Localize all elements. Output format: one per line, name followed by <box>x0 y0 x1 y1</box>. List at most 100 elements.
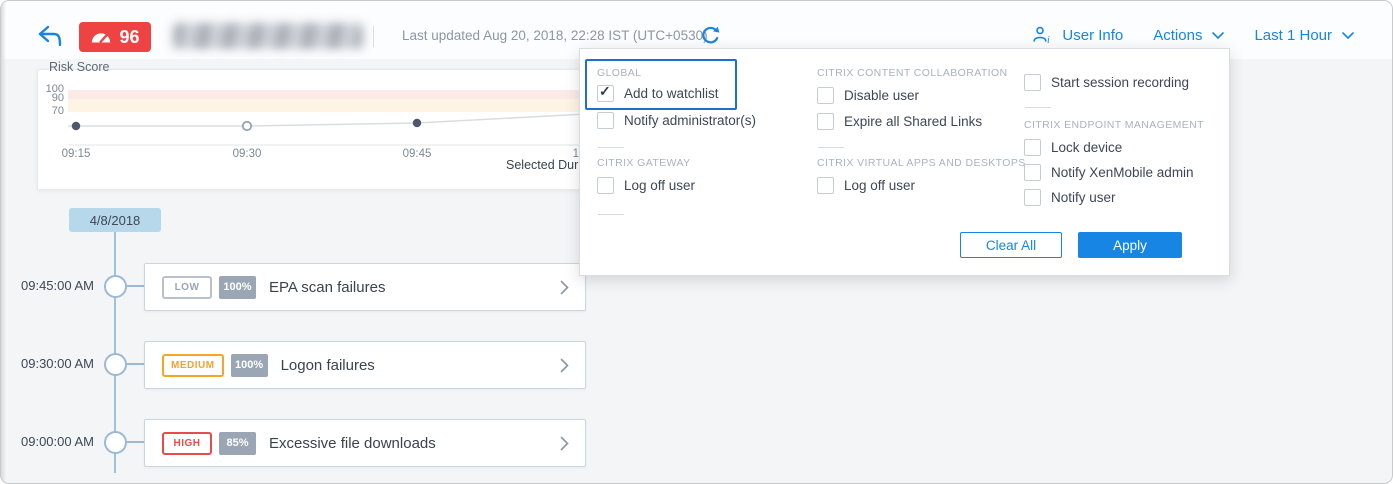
data-point-0945 <box>413 119 421 127</box>
chart-ylabel: Risk Score <box>49 60 109 74</box>
xtick-0945: 09:45 <box>395 148 439 160</box>
checkbox-row-log-off-user-vad[interactable]: Log off user <box>817 177 915 194</box>
event-time: 09:30:00 AM <box>5 341 94 387</box>
chevron-down-icon <box>1212 32 1224 40</box>
chevron-right-icon[interactable] <box>560 358 569 373</box>
selected-duration-label: Selected Dur <box>506 158 578 172</box>
event-time: 09:45:00 AM <box>5 263 94 309</box>
checkbox-label: Notify administrator(s) <box>624 113 756 128</box>
section-header-global: GLOBAL <box>597 67 641 79</box>
section-header-content-collaboration: CITRIX CONTENT COLLABORATION <box>817 67 1008 79</box>
section-header-endpoint-management: CITRIX ENDPOINT MANAGEMENT <box>1024 119 1204 131</box>
section-header-virtual-apps: CITRIX VIRTUAL APPS AND DESKTOPS <box>817 157 1026 169</box>
timeline-node-circle <box>104 275 127 298</box>
time-range-label: Last 1 Hour <box>1254 27 1332 44</box>
section-divider <box>598 147 624 148</box>
checkbox-checked[interactable] <box>597 85 614 102</box>
user-info-button[interactable]: i User Info <box>1033 26 1123 45</box>
checkbox-row-notify-user[interactable]: Notify user <box>1024 189 1116 206</box>
checkbox-row-expire-shared-links[interactable]: Expire all Shared Links <box>817 113 982 130</box>
checkbox-label: Notify XenMobile admin <box>1051 165 1194 180</box>
topbar-actions: i User Info Actions Last 1 Hour <box>1033 26 1354 45</box>
actions-menu-popup: GLOBAL Add to watchlist Notify administr… <box>579 48 1230 276</box>
app-window: 96 Last updated Aug 20, 2018, 22:28 IST … <box>0 0 1393 484</box>
ytick-70: 70 <box>38 105 64 117</box>
checkbox[interactable] <box>597 177 614 194</box>
severity-badge: MEDIUM <box>162 354 224 377</box>
clear-all-button[interactable]: Clear All <box>960 232 1062 258</box>
checkbox-label: Expire all Shared Links <box>844 114 982 129</box>
confidence-badge: 100% <box>231 354 268 377</box>
checkbox-row-log-off-user-gateway[interactable]: Log off user <box>597 177 695 194</box>
data-point-0915 <box>72 122 80 130</box>
topbar-divider <box>373 26 374 47</box>
checkbox-label: Log off user <box>844 178 915 193</box>
checkbox[interactable] <box>817 113 834 130</box>
event-title: Logon failures <box>281 357 375 374</box>
checkbox-row-notify-xenmobile-admin[interactable]: Notify XenMobile admin <box>1024 164 1194 181</box>
checkbox[interactable] <box>1024 189 1041 206</box>
section-divider <box>598 214 624 215</box>
chevron-right-icon[interactable] <box>560 280 569 295</box>
user-name-redacted <box>173 23 363 49</box>
section-divider <box>1025 107 1051 108</box>
refresh-icon <box>700 26 720 46</box>
xtick-0930: 09:30 <box>225 148 269 160</box>
checkbox-row-start-session-recording[interactable]: Start session recording <box>1024 74 1189 91</box>
last-updated-text: Last updated Aug 20, 2018, 22:28 IST (UT… <box>402 28 708 43</box>
checkbox[interactable] <box>597 112 614 129</box>
severity-badge: LOW <box>162 276 212 299</box>
timeline-event-row: 09:00:00 AM HIGH 85% Excessive file down… <box>1 419 601 465</box>
window-edge <box>1 1 6 483</box>
risk-score-badge: 96 <box>79 22 151 52</box>
event-title: Excessive file downloads <box>269 435 436 452</box>
checkbox[interactable] <box>1024 139 1041 156</box>
section-divider <box>818 147 844 148</box>
timeline-node-circle <box>104 353 127 376</box>
checkbox-label: Notify user <box>1051 190 1116 205</box>
checkbox-label: Start session recording <box>1051 75 1189 90</box>
apply-button[interactable]: Apply <box>1078 232 1182 258</box>
xtick-0915: 09:15 <box>54 148 98 160</box>
checkbox-label: Lock device <box>1051 140 1122 155</box>
chevron-right-icon[interactable] <box>560 436 569 451</box>
checkbox-label: Log off user <box>624 178 695 193</box>
timeline-event-row: 09:30:00 AM MEDIUM 100% Logon failures <box>1 341 601 387</box>
event-card-logon-failures[interactable]: MEDIUM 100% Logon failures <box>144 341 586 389</box>
checkbox-row-lock-device[interactable]: Lock device <box>1024 139 1122 156</box>
checkbox-row-add-to-watchlist[interactable]: Add to watchlist <box>597 85 719 102</box>
gauge-icon <box>90 30 112 44</box>
chevron-down-icon <box>1342 32 1354 40</box>
actions-dropdown[interactable]: Actions <box>1153 27 1224 44</box>
timeline-node-circle <box>104 431 127 454</box>
event-title: EPA scan failures <box>269 279 385 296</box>
timeline-connector <box>127 285 144 287</box>
checkbox[interactable] <box>817 177 834 194</box>
user-info-label: User Info <box>1062 27 1123 44</box>
timeline-connector <box>127 363 144 365</box>
svg-text:i: i <box>1047 35 1050 45</box>
checkbox-row-disable-user[interactable]: Disable user <box>817 87 919 104</box>
checkbox-label: Disable user <box>844 88 919 103</box>
checkbox-row-notify-administrators[interactable]: Notify administrator(s) <box>597 112 756 129</box>
checkbox[interactable] <box>817 87 834 104</box>
event-card-epa-scan-failures[interactable]: LOW 100% EPA scan failures <box>144 263 586 311</box>
timeline-connector <box>127 441 144 443</box>
risk-score-value: 96 <box>119 27 139 48</box>
ytick-90: 90 <box>38 92 64 104</box>
checkbox[interactable] <box>1024 74 1041 91</box>
severity-badge: HIGH <box>162 432 212 455</box>
back-button[interactable] <box>37 25 63 47</box>
refresh-button[interactable] <box>700 26 720 46</box>
back-arrow-icon <box>37 25 63 47</box>
data-point-0930 <box>243 122 251 130</box>
confidence-badge: 100% <box>219 276 256 299</box>
event-time: 09:00:00 AM <box>5 419 94 465</box>
event-card-excessive-file-downloads[interactable]: HIGH 85% Excessive file downloads <box>144 419 586 467</box>
confidence-badge: 85% <box>219 432 256 455</box>
section-header-citrix-gateway: CITRIX GATEWAY <box>597 157 691 169</box>
timeline-event-row: 09:45:00 AM LOW 100% EPA scan failures <box>1 263 601 309</box>
checkbox-label: Add to watchlist <box>624 86 719 101</box>
checkbox[interactable] <box>1024 164 1041 181</box>
time-range-dropdown[interactable]: Last 1 Hour <box>1254 27 1354 44</box>
